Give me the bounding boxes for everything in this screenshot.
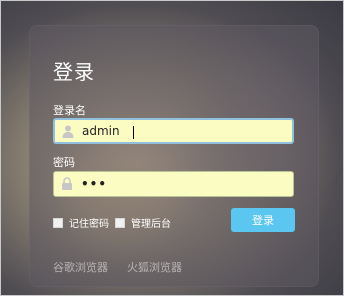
username-field[interactable] [53,118,294,144]
remember-password-option[interactable]: 记住密码 [53,215,109,230]
admin-backend-option[interactable]: 管理后台 [115,215,171,230]
remember-checkbox[interactable] [53,217,63,228]
username-label: 登录名 [53,104,86,117]
user-icon [62,125,74,138]
remember-label: 记住密码 [69,219,109,230]
login-title: 登录 [53,60,95,84]
password-label: 密码 [53,156,75,169]
firefox-browser-link[interactable]: 火狐浏览器 [127,259,182,275]
admin-checkbox[interactable] [115,217,125,228]
chrome-browser-link[interactable]: 谷歌浏览器 [53,259,108,275]
lock-icon [62,177,72,190]
password-input[interactable] [81,172,281,196]
text-cursor [133,126,134,139]
login-panel: 登录 登录名 密码 记住密码 管理后台 登录 谷歌浏览器 [29,25,319,287]
admin-label: 管理后台 [131,219,171,230]
password-field[interactable] [53,171,294,197]
login-button[interactable]: 登录 [231,208,295,232]
login-screen: 登录 登录名 密码 记住密码 管理后台 登录 谷歌浏览器 [0,0,344,296]
username-input[interactable] [82,120,282,142]
